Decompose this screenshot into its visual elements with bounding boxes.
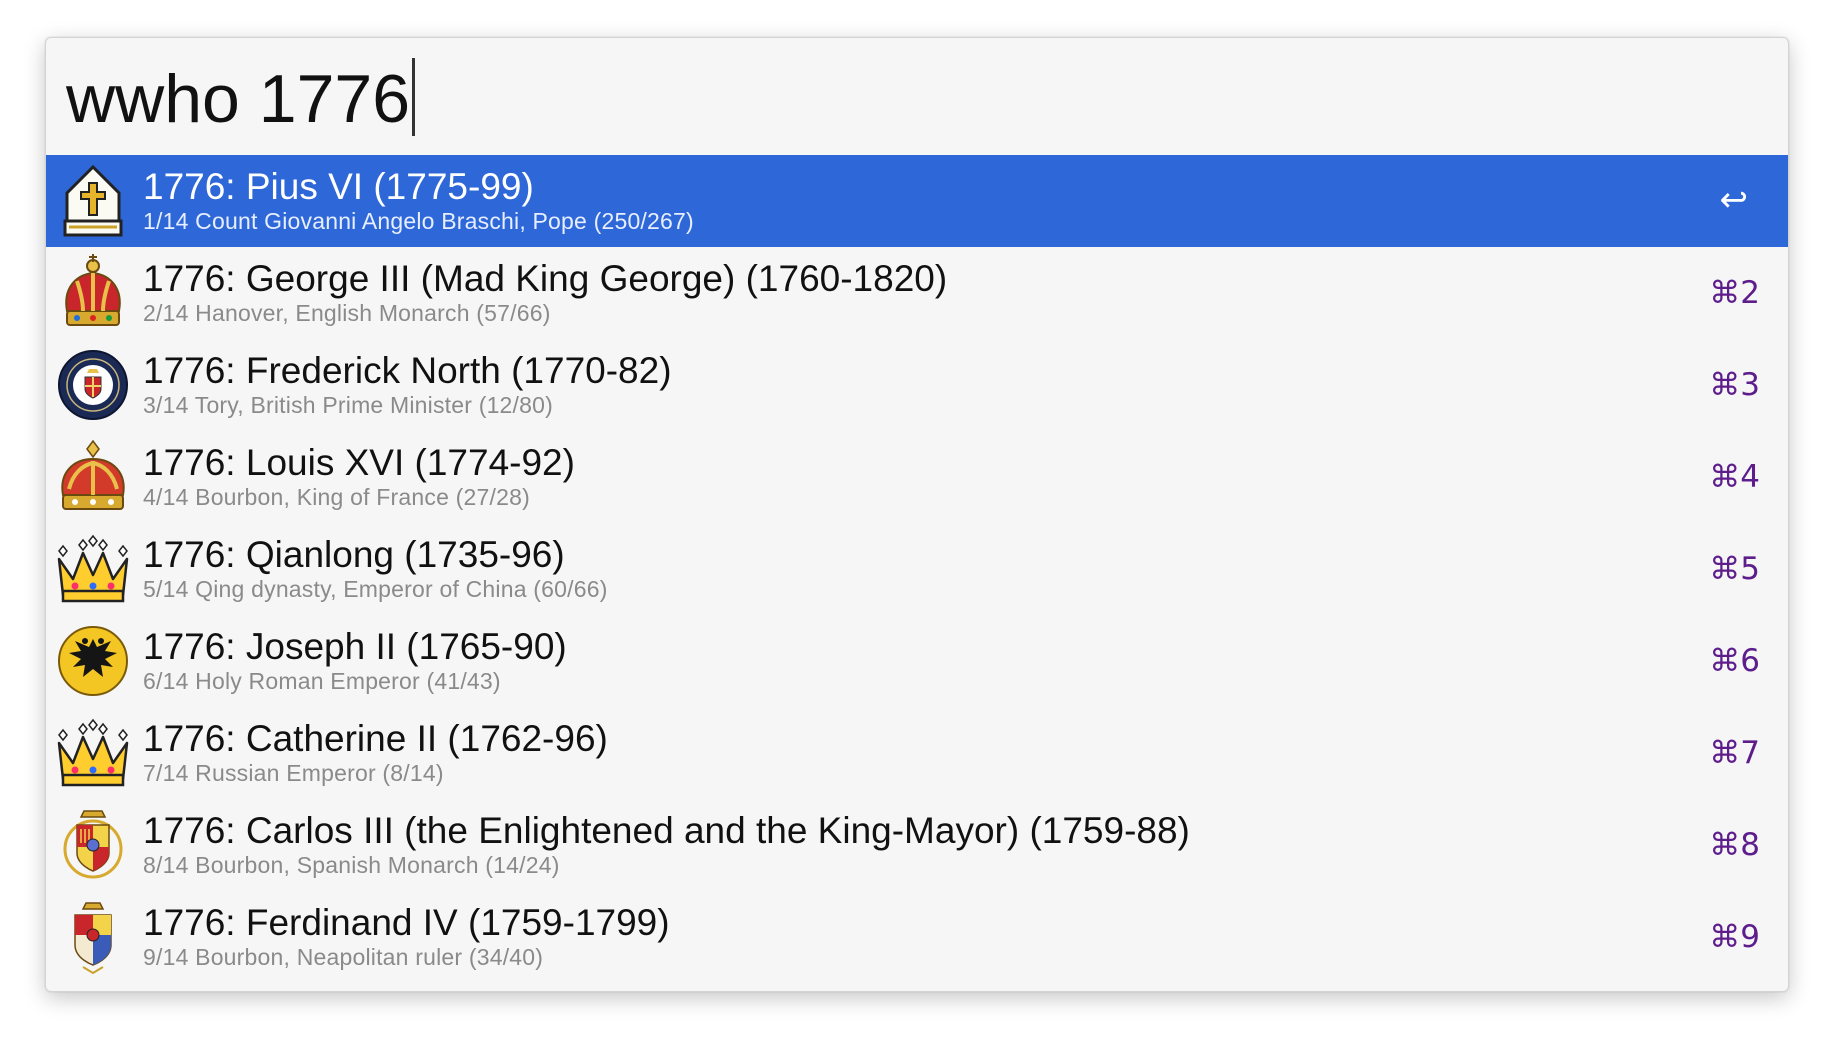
imperial-eagle-icon (53, 621, 133, 701)
result-subtitle: 6/14 Holy Roman Emperor (41/43) (143, 668, 501, 694)
result-title: 1776: Catherine II (1762-96) (143, 718, 608, 759)
result-row-4[interactable]: 1776: Louis XVI (1774-92) 4/14 Bourbon, … (46, 431, 1788, 523)
crown-emoji-icon (53, 529, 133, 609)
neapolitan-coat-of-arms-icon (53, 897, 133, 977)
result-row-6[interactable]: 1776: Joseph II (1765-90) 6/14 Holy Roma… (46, 615, 1788, 707)
result-row-8[interactable]: 1776: Carlos III (the Enlightened and th… (46, 799, 1788, 891)
result-subtitle: 3/14 Tory, British Prime Minister (12/80… (143, 392, 553, 418)
result-row-2[interactable]: 1776: George III (Mad King George) (1760… (46, 247, 1788, 339)
return-key-icon: ↩ (1719, 180, 1749, 220)
result-title: 1776: Frederick North (1770-82) (143, 350, 672, 391)
result-title: 1776: Joseph II (1765-90) (143, 626, 567, 667)
shortcut-label: ⌘9 (1709, 919, 1760, 955)
search-bar[interactable]: wwho 1776 (46, 38, 1788, 155)
result-subtitle: 4/14 Bourbon, King of France (27/28) (143, 484, 530, 510)
result-title: 1776: Pius VI (1775-99) (143, 166, 534, 207)
result-row-3[interactable]: 1776: Frederick North (1770-82) 3/14 Tor… (46, 339, 1788, 431)
result-row-1[interactable]: 1776: Pius VI (1775-99) 1/14 Count Giova… (46, 155, 1788, 247)
crown-emoji-icon (53, 713, 133, 793)
shortcut-label: ⌘8 (1709, 827, 1760, 863)
papal-mitre-icon (53, 161, 133, 241)
result-subtitle: 5/14 Qing dynasty, Emperor of China (60/… (143, 576, 608, 602)
shortcut-label: ⌘4 (1709, 459, 1760, 495)
result-subtitle: 8/14 Bourbon, Spanish Monarch (14/24) (143, 852, 560, 878)
result-subtitle: 2/14 Hanover, English Monarch (57/66) (143, 300, 551, 326)
shortcut-label: ⌘3 (1709, 367, 1760, 403)
prime-minister-seal-icon (53, 345, 133, 425)
search-input[interactable]: wwho 1776 (66, 58, 416, 139)
british-crown-icon (53, 253, 133, 333)
text-caret (412, 58, 416, 136)
launcher-window: wwho 1776 1776: Pius VI (1775-99) 1/14 C… (45, 37, 1789, 992)
result-row-7[interactable]: 1776: Catherine II (1762-96) 7/14 Russia… (46, 707, 1788, 799)
result-subtitle: 1/14 Count Giovanni Angelo Braschi, Pope… (143, 208, 694, 234)
result-row-9[interactable]: 1776: Ferdinand IV (1759-1799) 9/14 Bour… (46, 891, 1788, 983)
shortcut-label: ⌘5 (1709, 551, 1760, 587)
spanish-coat-of-arms-icon (53, 805, 133, 885)
result-title: 1776: Carlos III (the Enlightened and th… (143, 810, 1190, 851)
result-title: 1776: Qianlong (1735-96) (143, 534, 565, 575)
result-row-5[interactable]: 1776: Qianlong (1735-96) 5/14 Qing dynas… (46, 523, 1788, 615)
results-list: 1776: Pius VI (1775-99) 1/14 Count Giova… (46, 155, 1788, 983)
result-subtitle: 7/14 Russian Emperor (8/14) (143, 760, 444, 786)
result-title: 1776: Louis XVI (1774-92) (143, 442, 575, 483)
search-query-text: wwho 1776 (66, 61, 411, 137)
result-title: 1776: George III (Mad King George) (1760… (143, 258, 948, 299)
shortcut-label: ⌘6 (1709, 643, 1760, 679)
result-subtitle: 9/14 Bourbon, Neapolitan ruler (34/40) (143, 944, 544, 970)
shortcut-label: ⌘7 (1709, 735, 1760, 771)
result-title: 1776: Ferdinand IV (1759-1799) (143, 902, 670, 943)
shortcut-label: ⌘2 (1709, 275, 1760, 311)
french-crown-icon (53, 437, 133, 517)
